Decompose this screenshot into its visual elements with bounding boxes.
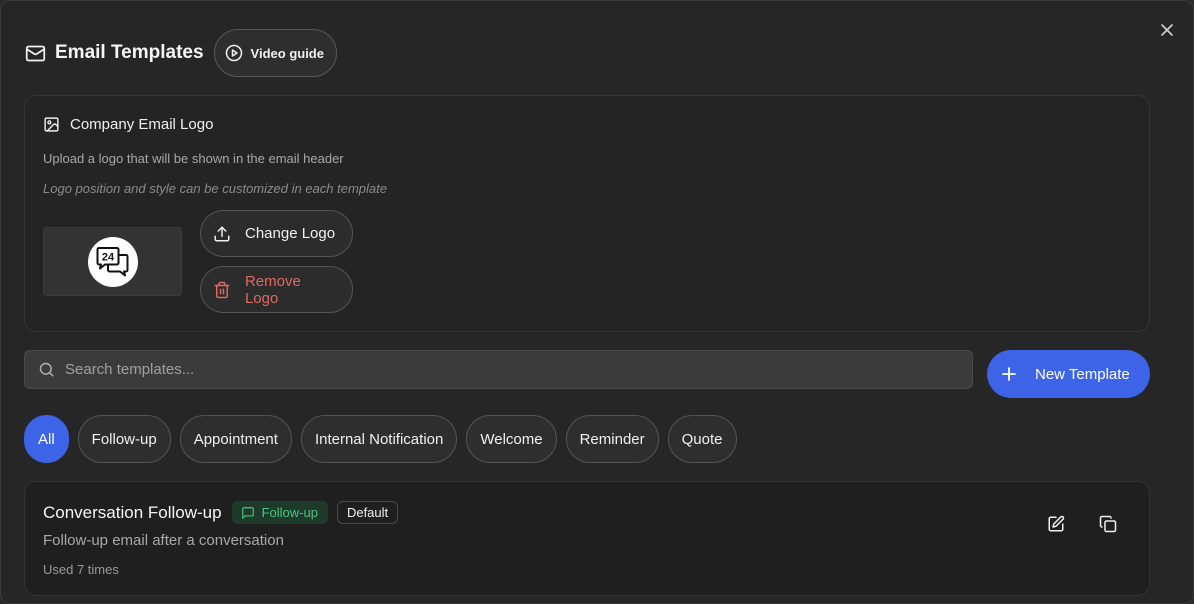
close-button[interactable] bbox=[1156, 19, 1178, 41]
template-header: Conversation Follow-up Follow-up Default bbox=[43, 501, 399, 524]
remove-logo-label: Remove Logo bbox=[244, 272, 301, 307]
filter-all[interactable]: All bbox=[24, 415, 69, 463]
play-circle-icon bbox=[225, 44, 242, 62]
filter-follow-up[interactable]: Follow-up bbox=[77, 415, 171, 463]
category-filters: All Follow-up Appointment Internal Notif… bbox=[24, 415, 737, 463]
logo-text: 24 bbox=[101, 251, 114, 263]
filter-reminder[interactable]: Reminder bbox=[565, 415, 659, 463]
search-icon bbox=[39, 362, 54, 377]
company-logo-card: Company Email Logo Upload a logo that wi… bbox=[24, 95, 1150, 332]
duplicate-template-button[interactable] bbox=[1096, 512, 1120, 536]
logo-hint: Logo position and style can be customize… bbox=[43, 181, 387, 196]
company-logo: 24 bbox=[87, 236, 138, 287]
new-template-label: New Template bbox=[1035, 365, 1130, 383]
mail-icon bbox=[25, 43, 46, 64]
remove-logo-button[interactable]: Remove Logo bbox=[200, 266, 353, 313]
logo-card-title: Company Email Logo bbox=[43, 116, 213, 133]
new-template-button[interactable]: New Template bbox=[987, 350, 1150, 398]
video-guide-label: Video guide bbox=[250, 45, 324, 61]
edit-icon bbox=[1048, 515, 1065, 532]
filter-quote[interactable]: Quote bbox=[667, 415, 737, 463]
template-card[interactable]: Conversation Follow-up Follow-up Default… bbox=[24, 481, 1150, 596]
template-usage: Used 7 times bbox=[43, 562, 119, 577]
change-logo-label: Change Logo bbox=[245, 225, 336, 242]
image-icon bbox=[44, 117, 59, 132]
search-input[interactable] bbox=[65, 361, 945, 378]
dialog-header: Email Templates Video guide bbox=[25, 29, 337, 77]
trash-icon bbox=[214, 281, 230, 298]
message-square-icon bbox=[241, 506, 254, 519]
logo-description: Upload a logo that will be shown in the … bbox=[43, 151, 344, 166]
plus-icon bbox=[1002, 367, 1016, 381]
change-logo-button[interactable]: Change Logo bbox=[200, 210, 353, 257]
filter-internal-notification[interactable]: Internal Notification bbox=[300, 415, 458, 463]
logo-preview: 24 bbox=[43, 227, 182, 296]
category-badge-label: Follow-up bbox=[261, 505, 318, 520]
email-templates-dialog: Email Templates Video guide Company Emai… bbox=[0, 0, 1194, 604]
video-guide-button[interactable]: Video guide bbox=[213, 29, 337, 77]
edit-template-button[interactable] bbox=[1044, 512, 1068, 536]
logo-card-title-text: Company Email Logo bbox=[70, 116, 214, 133]
upload-icon bbox=[214, 226, 230, 241]
filter-appointment[interactable]: Appointment bbox=[179, 415, 292, 463]
page-title: Email Templates bbox=[55, 42, 204, 63]
filter-welcome[interactable]: Welcome bbox=[466, 415, 557, 463]
template-name: Conversation Follow-up bbox=[43, 502, 222, 522]
search-box bbox=[24, 350, 973, 389]
category-badge: Follow-up bbox=[231, 501, 328, 524]
close-icon bbox=[1161, 24, 1173, 36]
copy-icon bbox=[1099, 515, 1117, 533]
default-badge: Default bbox=[336, 501, 399, 524]
template-description: Follow-up email after a conversation bbox=[43, 532, 284, 549]
